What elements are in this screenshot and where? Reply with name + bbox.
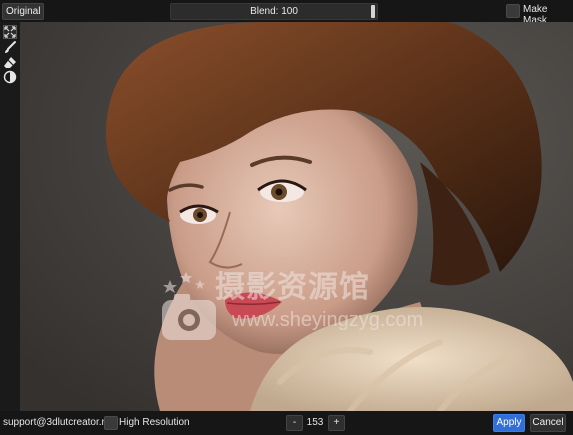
apply-button[interactable]: Apply — [493, 414, 525, 432]
make-mask-checkbox[interactable] — [506, 4, 520, 18]
zoom-out-button[interactable]: - — [286, 415, 303, 431]
support-email[interactable]: support@3dlutcreator.ru — [3, 417, 110, 428]
high-resolution-checkbox[interactable] — [104, 416, 118, 430]
blend-slider[interactable]: Blend: 100 — [170, 3, 378, 20]
zoom-in-button[interactable]: + — [328, 415, 345, 431]
watermark-text-cn: 摄影资源馆 — [215, 271, 370, 304]
blend-slider-thumb[interactable] — [371, 5, 375, 18]
portrait-photo — [20, 22, 573, 411]
contrast-icon[interactable] — [3, 70, 17, 84]
eraser-icon[interactable] — [3, 55, 17, 69]
zoom-value: 153 — [306, 417, 324, 428]
blend-label: Blend: 100 — [250, 6, 298, 17]
brush-icon[interactable] — [3, 40, 17, 54]
image-canvas[interactable]: 摄影资源馆 www.sheyingzyg.com — [20, 22, 573, 411]
fit-icon[interactable] — [3, 25, 17, 39]
high-resolution-label: High Resolution — [119, 417, 190, 428]
cancel-button[interactable]: Cancel — [530, 414, 566, 432]
original-button[interactable]: Original — [2, 3, 45, 20]
tool-column — [0, 22, 20, 411]
top-toolbar: Original Blend: 100 Make Mask — [0, 0, 573, 26]
bottom-toolbar: support@3dlutcreator.ru High Resolution … — [0, 411, 573, 435]
watermark-url: www.sheyingzyg.com — [232, 309, 424, 331]
